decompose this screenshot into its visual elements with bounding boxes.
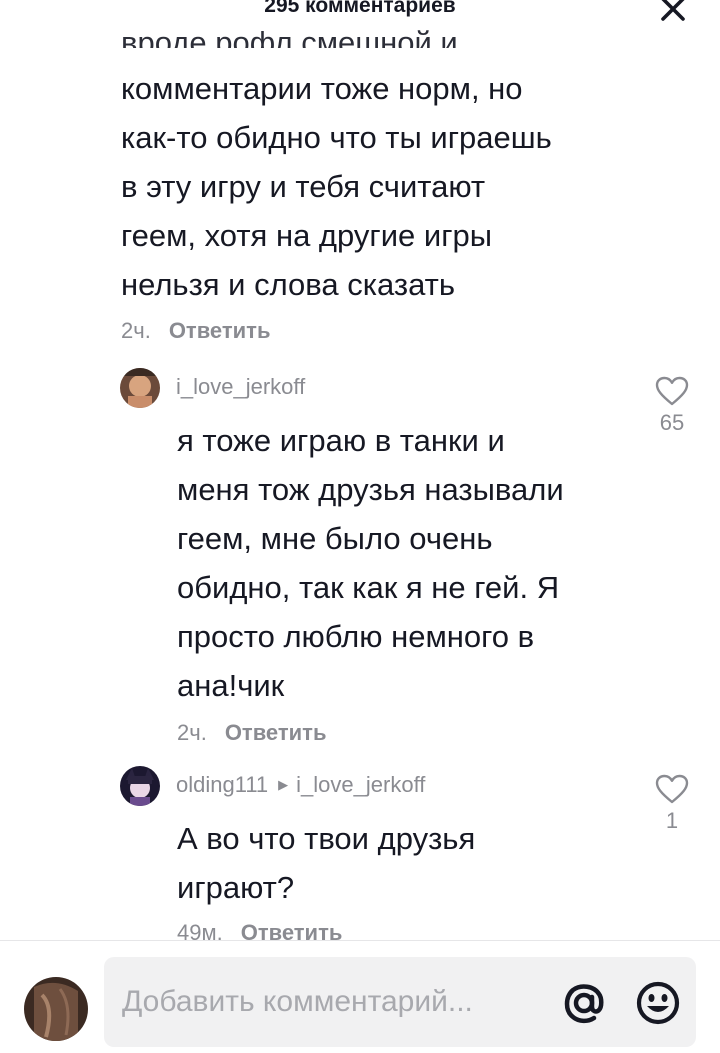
current-user-avatar bbox=[24, 977, 88, 1041]
comment-text: комментарии тоже норм, но как-то обидно … bbox=[121, 71, 552, 302]
reply-button[interactable]: Ответить bbox=[241, 920, 343, 940]
close-button[interactable] bbox=[656, 0, 690, 26]
username-link[interactable]: olding111 bbox=[176, 772, 268, 798]
comment-list[interactable]: вроде рофл смешной и комментарии тоже но… bbox=[0, 0, 720, 940]
like-button[interactable]: 65 bbox=[642, 376, 702, 436]
comment-username: i_love_jerkoff bbox=[176, 374, 305, 400]
reply-button[interactable]: Ответить bbox=[225, 720, 327, 746]
like-button[interactable]: 1 bbox=[642, 774, 702, 834]
comment-meta: 2ч. Ответить bbox=[121, 318, 270, 344]
comment-time: 2ч. bbox=[121, 318, 151, 343]
reply-button[interactable]: Ответить bbox=[169, 318, 271, 344]
user-photo-icon bbox=[120, 368, 160, 408]
comment-meta: 2ч. Ответить bbox=[177, 720, 326, 746]
avatar[interactable] bbox=[120, 766, 160, 806]
like-count: 1 bbox=[665, 808, 679, 833]
user-photo-icon bbox=[24, 977, 88, 1041]
like-count: 65 bbox=[659, 410, 685, 435]
comment-meta: 49м. Ответить bbox=[177, 920, 342, 940]
heart-outline-icon bbox=[655, 376, 689, 406]
username-link[interactable]: i_love_jerkoff bbox=[176, 374, 305, 400]
close-icon bbox=[661, 0, 685, 21]
emoji-button[interactable] bbox=[634, 979, 682, 1027]
reply-to-username[interactable]: i_love_jerkoff bbox=[296, 772, 425, 798]
comments-count-title: 295 комментариев bbox=[264, 0, 456, 17]
comments-header: 295 комментариев bbox=[0, 0, 720, 30]
heart-outline-icon bbox=[655, 774, 689, 804]
comment-input-placeholder: Добавить комментарий... bbox=[122, 985, 473, 1018]
user-photo-icon bbox=[120, 766, 160, 806]
comment-time: 49м. bbox=[177, 920, 223, 940]
comment-text: А во что твои друзья играют? bbox=[177, 821, 476, 905]
comment-input[interactable]: Добавить комментарий... bbox=[104, 957, 696, 1047]
at-icon bbox=[564, 984, 604, 1024]
mention-button[interactable] bbox=[560, 979, 608, 1027]
comment-text: я тоже играю в танки и меня тож друзья н… bbox=[177, 423, 564, 703]
emoji-icon bbox=[636, 981, 680, 1025]
reply-arrow-icon: ▶ bbox=[278, 777, 289, 792]
comment-username: olding111 ▶ i_love_jerkoff bbox=[176, 772, 425, 798]
avatar[interactable] bbox=[120, 368, 160, 408]
comment-time: 2ч. bbox=[177, 720, 207, 745]
comment-composer: Добавить комментарий... bbox=[0, 941, 720, 1053]
